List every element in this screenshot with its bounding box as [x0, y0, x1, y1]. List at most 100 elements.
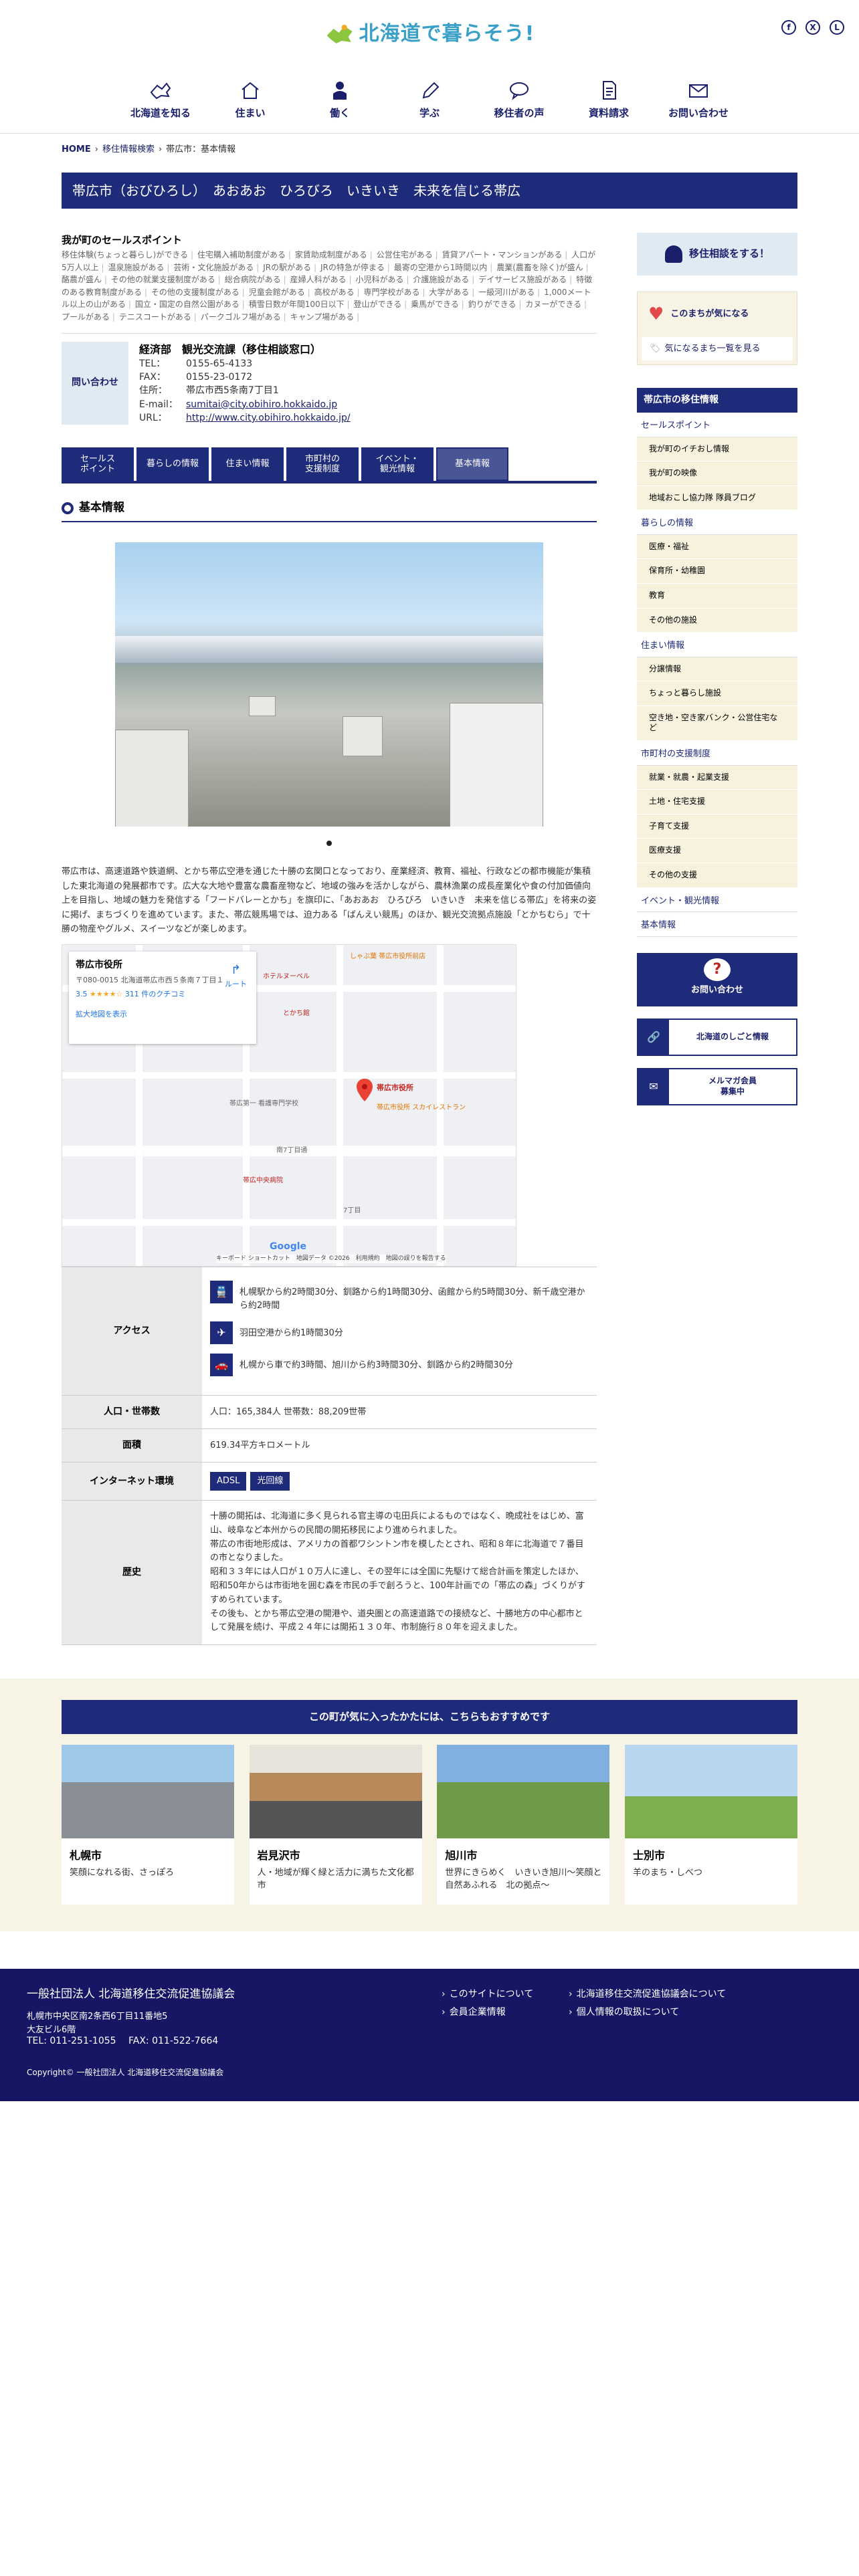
side-nav-category[interactable]: 暮らしの情報: [637, 510, 797, 535]
map-route-button[interactable]: ↱ ルート: [225, 961, 247, 990]
selling-point: 乗馬ができる: [411, 300, 464, 309]
breadcrumb-search[interactable]: 移住情報検索: [102, 144, 155, 154]
mailmag-link[interactable]: ✉ メルマガ会員 募集中: [637, 1067, 797, 1105]
selling-point: 専門学校がある: [364, 288, 425, 297]
side-nav-item[interactable]: 医療・福祉: [637, 534, 797, 560]
line-icon[interactable]: L: [830, 20, 844, 35]
side-nav-category[interactable]: 市町村の支援制度: [637, 741, 797, 766]
city-image: [624, 1744, 797, 1838]
tag-icon: 🏷: [650, 343, 661, 354]
consult-button[interactable]: 移住相談をする！: [637, 232, 797, 276]
recommend-heading: この町が気に入ったかたには、こちらもおすすめです: [62, 1700, 797, 1734]
breadcrumb-current: 帯広市：基本情報: [166, 144, 236, 154]
side-nav-item[interactable]: 我が町の映像: [637, 461, 797, 486]
recommend-desc: 世界にきらめく いきいき旭川〜笑顔と自然あふれる 北の拠点〜: [445, 1867, 602, 1891]
side-nav-item[interactable]: 子育て支援: [637, 814, 797, 839]
recommend-card-shibetsu[interactable]: 士別市 羊のまち・しべつ: [624, 1744, 797, 1905]
access-heading: アクセス: [62, 1267, 202, 1396]
heart-icon: ♥: [648, 304, 664, 324]
tab-living[interactable]: 暮らしの情報: [136, 447, 209, 481]
breadcrumb-home[interactable]: HOME: [62, 144, 91, 154]
tab-label: 市町村の 支援制度: [304, 453, 340, 475]
selling-point: 大学がある: [429, 288, 474, 297]
selling-point: 賃貸アパート・マンションがある: [442, 250, 568, 259]
site-logo[interactable]: 北海道で暮らそう!: [324, 19, 535, 49]
nav-label: 資料請求: [588, 107, 629, 119]
side-nav-item[interactable]: 医療支援: [637, 839, 797, 863]
email-link[interactable]: sumitai@city.obihiro.hokkaido.jp: [186, 399, 337, 410]
map-footer[interactable]: キーボード ショートカット 地図データ ©2026 利用規約 地図の誤りを報告す…: [216, 1254, 446, 1264]
side-nav-item[interactable]: 教育: [637, 583, 797, 609]
footer-link[interactable]: このサイトについて: [442, 1988, 569, 2002]
tab-events[interactable]: イベント・ 観光情報: [361, 447, 434, 481]
nav-contact[interactable]: お問い合わせ: [658, 80, 739, 121]
side-nav-item[interactable]: 地域おこし協力隊 隊員ブログ: [637, 486, 797, 511]
url-link[interactable]: http://www.city.obihiro.hokkaido.jp/: [186, 413, 351, 423]
favorite-list-link[interactable]: 🏷 気になるまち一覧を見る: [642, 336, 793, 360]
side-nav-category[interactable]: 住まい情報: [637, 633, 797, 657]
map-pin-icon[interactable]: [357, 1079, 373, 1102]
recommend-desc: 羊のまち・しべつ: [632, 1867, 702, 1878]
history-paragraph: その後も、とかち帯広空港の開港や、道央圏との高速道路での接続など、十勝地方の中心…: [210, 1608, 583, 1633]
mail-icon: ✉: [638, 1069, 669, 1104]
side-nav-item[interactable]: 空き地・空き家バンク・公営住宅など: [637, 706, 797, 742]
selling-point: 小児科がある: [356, 275, 409, 284]
access-item: 🚆 札幌駅から約2時間30分、釧路から約1時間30分、函館から約5時間30分、新千…: [210, 1281, 589, 1312]
map-label: しゃぶ葉 帯広市役所前店: [350, 953, 426, 961]
side-nav-item[interactable]: その他の支援: [637, 863, 797, 888]
footer-link[interactable]: 会員企業情報: [442, 2006, 569, 2020]
route-icon: ↱: [230, 963, 242, 978]
recommend-card-asahikawa[interactable]: 旭川市世界にきらめく いきいき旭川〜笑顔と自然あふれる 北の拠点〜: [437, 1744, 610, 1905]
side-nav-category[interactable]: イベント・観光情報: [637, 888, 797, 912]
side-nav-item[interactable]: ちょっと暮らし施設: [637, 681, 797, 706]
side-nav-item[interactable]: 就業・就農・起業支援: [637, 765, 797, 790]
tab-housing[interactable]: 住まい情報: [211, 447, 284, 481]
favorite-button[interactable]: ♥ このまちが気になる: [638, 292, 797, 337]
tab-support[interactable]: 市町村の 支援制度: [286, 447, 359, 481]
airplane-icon: ✈: [210, 1321, 233, 1345]
carousel-dots: [62, 837, 597, 851]
side-nav-item[interactable]: その他の施設: [637, 608, 797, 633]
google-map[interactable]: 帯広市役所 〒080-0015 北海道帯広市西５条南７丁目１ 3.5 ★★★★☆…: [62, 944, 516, 1267]
nav-label: 移住者の声: [494, 107, 545, 119]
side-nav-category[interactable]: セールスポイント: [637, 413, 797, 437]
footer-tel: TEL: 011-251-1055 FAX: 011-522-7664: [27, 2036, 219, 2046]
x-icon[interactable]: X: [805, 20, 820, 35]
map-rating[interactable]: 3.5 ★★★★☆ 311 件のクチコミ: [76, 989, 250, 1000]
tel-label: TEL：: [139, 358, 166, 369]
history-paragraph: 帯広の市街地形成は、アメリカの首都ワシントン市を模したとされ、昭和８年に北海道で…: [210, 1539, 584, 1564]
tab-selling-points[interactable]: セールス ポイント: [62, 447, 134, 481]
inquiry-button[interactable]: ? お問い合わせ: [637, 952, 797, 1006]
document-icon: [603, 81, 616, 100]
hokkaido-icon: [150, 82, 171, 100]
recommend-card-iwamizawa[interactable]: 岩見沢市 人・地域が輝く緑と活力に満ちた文化都市: [249, 1744, 422, 1905]
footer-link[interactable]: 北海道移住交流促進協議会について: [569, 1988, 736, 2002]
history-paragraph: 十勝の開拓は、北海道に多く見られる官主導の屯田兵によるものではなく、晩成社をはじ…: [210, 1511, 584, 1535]
carousel-dot[interactable]: [326, 840, 332, 846]
nav-work[interactable]: 働く: [300, 80, 380, 121]
city-photo[interactable]: [115, 542, 543, 827]
table-row: インターネット環境 ADSL 光回線: [62, 1462, 597, 1501]
footer-links: このサイトについて 北海道移住交流促進協議会について 会員企業情報 個人情報の取…: [442, 1988, 736, 2020]
recommend-card-sapporo[interactable]: 札幌市 笑顔になれる街、さっぽろ: [62, 1744, 234, 1905]
map-enlarge-link[interactable]: 拡大地図を表示: [76, 1009, 250, 1021]
side-nav-item[interactable]: 分譲情報: [637, 657, 797, 682]
side-nav-item[interactable]: 我が町のイチおし情報: [637, 437, 797, 462]
nav-request-materials[interactable]: 資料請求: [569, 80, 649, 121]
copyright: Copyright© 一般社団法人 北海道移住交流促進協議会: [27, 2068, 224, 2077]
nav-learn[interactable]: 学ぶ: [389, 80, 470, 121]
tab-basic-info[interactable]: 基本情報: [436, 447, 508, 481]
nav-know-hokkaido[interactable]: 北海道を知る: [120, 80, 201, 121]
access-text: 札幌から車で約3時間、旭川から約3時間30分、釧路から約2時間30分: [240, 1360, 513, 1371]
house-icon: [242, 82, 259, 99]
nav-housing[interactable]: 住まい: [210, 80, 290, 121]
hokkaido-jobs-link[interactable]: 🔗 北海道のしごと情報: [637, 1018, 797, 1056]
nav-voices[interactable]: 移住者の声: [479, 80, 559, 121]
recommend-title: 旭川市: [445, 1848, 478, 1862]
footer-link[interactable]: 個人情報の取扱について: [569, 2006, 736, 2020]
facebook-icon[interactable]: f: [781, 20, 796, 35]
side-nav-category[interactable]: 基本情報: [637, 912, 797, 937]
side-nav-item[interactable]: 保育所・幼稚園: [637, 559, 797, 584]
person-icon: [664, 245, 682, 263]
side-nav-item[interactable]: 土地・住宅支援: [637, 790, 797, 815]
